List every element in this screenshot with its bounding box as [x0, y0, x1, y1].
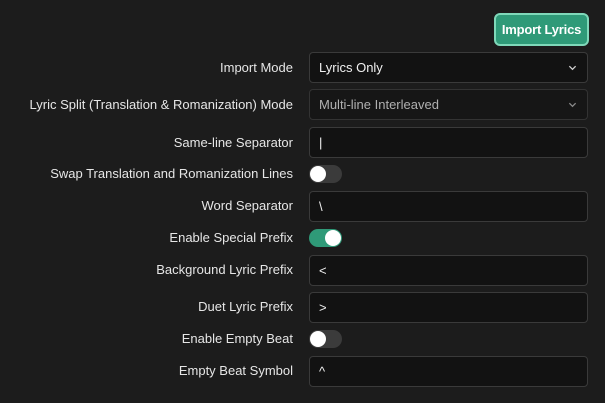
word-separator-value: \	[319, 199, 323, 214]
import-mode-select[interactable]: Lyrics Only	[309, 52, 588, 83]
lyrics-import-settings-panel: Import Lyrics Import Mode Lyrics Only Ly…	[0, 0, 605, 403]
empty-beat-symbol-input[interactable]: ^	[309, 356, 588, 387]
duet-prefix-value: >	[319, 300, 327, 315]
duet-prefix-label: Duet Lyric Prefix	[198, 299, 293, 314]
toggle-knob	[325, 230, 341, 246]
same-line-separator-label: Same-line Separator	[173, 135, 293, 150]
same-line-separator-input[interactable]: |	[309, 127, 588, 158]
empty-beat-symbol-value: ^	[319, 364, 326, 379]
background-prefix-input[interactable]: <	[309, 255, 588, 286]
split-mode-select[interactable]: Multi-line Interleaved	[309, 89, 588, 120]
import-mode-value: Lyrics Only	[319, 60, 383, 75]
special-prefix-toggle[interactable]	[309, 229, 342, 247]
import-lyrics-button[interactable]: Import Lyrics	[494, 13, 589, 46]
import-mode-label: Import Mode	[220, 60, 293, 75]
toggle-knob	[310, 166, 326, 182]
word-separator-label: Word Separator	[201, 198, 293, 213]
chevron-down-icon	[568, 100, 577, 109]
background-prefix-label: Background Lyric Prefix	[156, 262, 293, 277]
chevron-down-icon	[568, 63, 577, 72]
background-prefix-value: <	[319, 263, 327, 278]
toggle-knob	[310, 331, 326, 347]
empty-beat-label: Enable Empty Beat	[181, 331, 293, 346]
split-mode-value: Multi-line Interleaved	[319, 97, 439, 112]
swap-lines-toggle[interactable]	[309, 165, 342, 183]
split-mode-label: Lyric Split (Translation & Romanization)…	[29, 97, 293, 112]
empty-beat-toggle[interactable]	[309, 330, 342, 348]
duet-prefix-input[interactable]: >	[309, 292, 588, 323]
empty-beat-symbol-label: Empty Beat Symbol	[178, 363, 293, 378]
special-prefix-label: Enable Special Prefix	[169, 230, 293, 245]
swap-lines-label: Swap Translation and Romanization Lines	[50, 166, 293, 181]
word-separator-input[interactable]: \	[309, 191, 588, 222]
same-line-separator-value: |	[319, 135, 323, 150]
